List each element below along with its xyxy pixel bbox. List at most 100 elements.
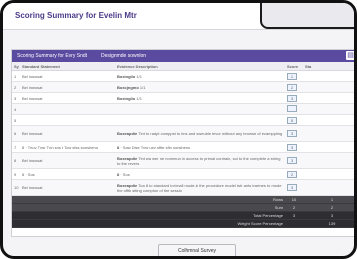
table-row: 8 Bel inwosat Boxeapdie Tint wa wer ne nom… (12, 152, 354, 169)
score-input[interactable]: 5 (287, 116, 297, 124)
evidence-text: Tint wa wer ne nommun in access to prima… (117, 155, 281, 166)
overlay-panel (260, 3, 354, 29)
evidence-cell: Boxcjngmo 1/1 (115, 81, 285, 93)
column-header: Sy (12, 62, 20, 71)
score-input[interactable]: 3 (287, 130, 297, 137)
app-frame: Scoring Summary for Evelin Mtr Scoring S… (0, 0, 357, 259)
evidence-cell (115, 114, 285, 126)
score-input[interactable]: 3 (287, 157, 297, 164)
table-row: 1 Bel inwosat Boxingllo 1/1 1 (12, 70, 354, 82)
score-cell: 3 (285, 141, 303, 153)
row-number: 4 (12, 103, 20, 115)
evidence-label: Boxingllo (117, 95, 136, 101)
summary-extra: 1 (303, 195, 354, 204)
evidence-cell: Boxeapdie Toa 8 to standard tor/mall mod… (115, 179, 285, 196)
evidence-cell: Boxeapdie Tint wa wer ne nommun in acces… (115, 152, 285, 169)
evidence-cell: 8 · Saw Dise Tnw uev sftte sfin sonshens (115, 141, 285, 153)
row-number: 1 (12, 70, 20, 82)
evidence-text: Toa 8 to standard tor/mall mode-b the pr… (117, 182, 282, 193)
column-header: Score (285, 62, 303, 71)
score-input[interactable]: 3 (287, 184, 297, 191)
panel-header: Scoring Summary for Evry Sndt Designmde … (12, 50, 354, 62)
status-cell (303, 103, 354, 115)
summary-extra: 2 (303, 203, 354, 212)
evidence-label: 8 (117, 171, 120, 177)
summary-value: 3 (285, 211, 303, 220)
column-header: Standard Statement (20, 62, 115, 71)
standard-cell: 8 · Sos (20, 168, 115, 180)
evidence-label: 8 (117, 144, 120, 150)
standard-cell: Bel inwosat (20, 92, 115, 104)
status-cell (303, 70, 354, 82)
summary-label: Total Percentage (12, 211, 285, 220)
score-cell: 1 (285, 70, 303, 82)
scoring-panel: Scoring Summary for Evry Sndt Designmde … (11, 49, 354, 237)
status-cell (303, 92, 354, 104)
summary-label: Weight Score Percentage (12, 219, 285, 228)
score-input[interactable] (287, 105, 297, 112)
panel-subtitle: Designmde sownlon (101, 53, 147, 59)
row-number: 9 (12, 168, 20, 180)
score-input[interactable]: 1 (287, 72, 297, 80)
row-number: 5 (12, 114, 20, 126)
status-cell (303, 168, 354, 180)
score-input[interactable]: 3 (287, 143, 297, 151)
score-cell (285, 103, 303, 115)
row-number: 2 (12, 81, 20, 93)
row-number: 3 (12, 92, 20, 104)
table-row: 10 Bel inwosat Boxeapdie Toa 8 to standard… (12, 179, 354, 196)
score-cell: 3 (285, 152, 303, 169)
evidence-text: 1/1 (139, 84, 146, 90)
table-header-row: Sy Standard Statement Evidence Descripti… (12, 62, 354, 71)
status-cell (303, 152, 354, 169)
summary-row: Weight Score Percentage 139 (12, 219, 354, 228)
score-cell: 2 (285, 81, 303, 93)
summary-extra: 3 (303, 211, 354, 220)
submit-survey-button[interactable]: Colhmnal Survey (158, 244, 236, 256)
evidence-text: · Saw Dise Tnw uev sftte sfin sonshens (120, 144, 191, 150)
score-input[interactable]: 2 (287, 170, 297, 178)
evidence-text: 1/1 (136, 95, 142, 101)
table-row: 6 Bel inwosat Boxeapdie Tint to radpt comp… (12, 125, 354, 142)
column-header: Evidence Description (115, 62, 285, 71)
table-row: 4 (12, 103, 354, 115)
document-icon[interactable]: ▤ (346, 51, 354, 60)
standard-cell (20, 114, 115, 126)
table-row: 78 · Tnov Tnsr Tnn sns t Tow sfss sonshe… (12, 141, 354, 153)
row-number: 8 (12, 152, 20, 169)
score-cell: 5 (285, 114, 303, 126)
evidence-cell (115, 103, 285, 115)
summary-row: Total Percentage 3 3 (12, 211, 354, 220)
evidence-text: 1/1 (136, 73, 142, 79)
standard-cell: Bel inwosat (20, 81, 115, 93)
table-row: 98 · Sos 8 · Sos 2 (12, 168, 354, 180)
status-cell (303, 125, 354, 142)
summary-value: 10 (285, 195, 303, 204)
score-cell: 3 (285, 179, 303, 196)
status-cell (303, 141, 354, 153)
standard-cell (20, 103, 115, 115)
evidence-text: · Sos (120, 171, 130, 177)
status-cell (303, 114, 354, 126)
evidence-text: Tint to radpt comppst to lms and sweuble… (138, 131, 283, 136)
panel-title: Scoring Summary for Evry Sndt (17, 53, 88, 59)
summary-value (285, 219, 303, 228)
score-input[interactable]: 2 (287, 83, 297, 91)
table-row: 5 5 (12, 114, 354, 126)
summary-label: Sum (12, 203, 285, 212)
standard-cell: Bel inwosat (20, 152, 115, 169)
standard-cell: Bel inwosat (20, 70, 115, 82)
standard-cell: 8 · Tnov Tnsr Tnn sns t Tow sfss sonshen… (20, 141, 115, 153)
status-cell (303, 179, 354, 196)
standard-cell: Bel inwosat (20, 125, 115, 142)
summary-row: Sum 2 2 (12, 203, 354, 212)
score-cell: 3 (285, 92, 303, 104)
page-title: Scoring Summary for Evelin Mtr (15, 11, 137, 20)
summary-value: 2 (285, 203, 303, 212)
evidence-label: Boxingllo (117, 73, 136, 79)
evidence-label: Boxcjngmo (117, 84, 139, 90)
evidence-cell: Boxeapdie Tint to radpt comppst to lms a… (115, 125, 285, 142)
score-cell: 2 (285, 168, 303, 180)
score-input[interactable]: 3 (287, 94, 297, 102)
summary-row: Rows 10 1 (12, 195, 354, 204)
